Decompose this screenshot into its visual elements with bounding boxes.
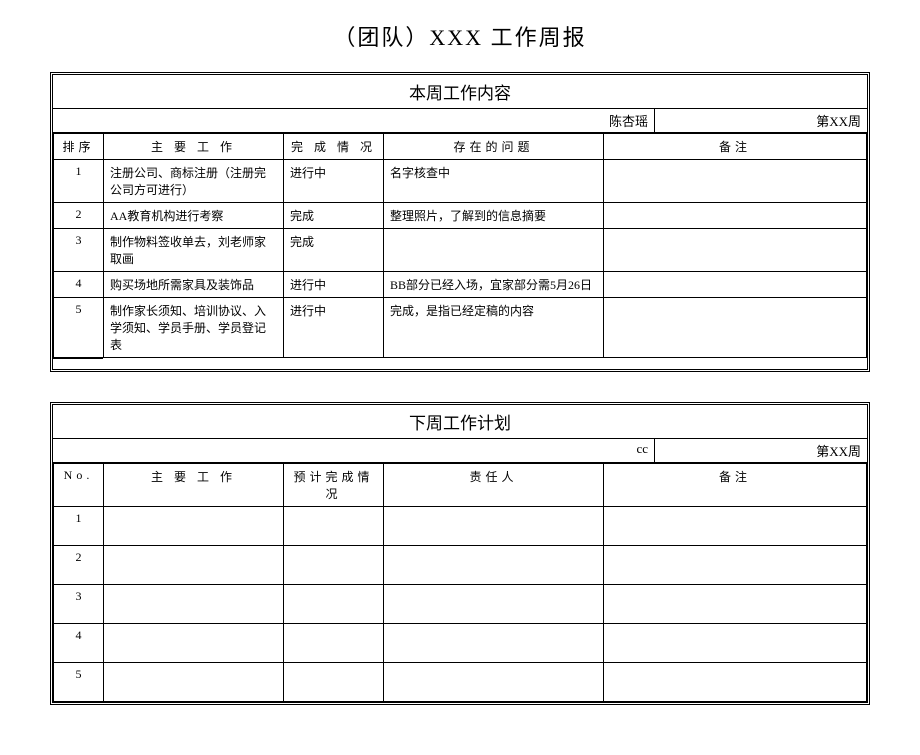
meta-name: cc [53,439,655,462]
section-title: 下周工作计划 [53,405,867,439]
cell-work: AA教育机构进行考察 [104,203,284,229]
cell-work: 制作物料签收单去，刘老师家取画 [104,229,284,272]
table-header-row: No. 主 要 工 作 预计完成情况 责任人 备注 [54,464,867,507]
table-row: 2 [54,546,867,585]
cell-work [104,663,284,702]
th-note: 备注 [604,464,867,507]
meta-name: 陈杏瑶 [53,109,655,132]
meta-row: cc 第XX周 [53,439,867,463]
cell-status: 进行中 [284,272,384,298]
cell-num: 3 [54,585,104,624]
table-row: 1 [54,507,867,546]
cell-owner [384,507,604,546]
cell-owner [384,624,604,663]
cell-status [284,585,384,624]
cell-status [284,624,384,663]
cell-work [104,507,284,546]
th-owner: 责任人 [384,464,604,507]
table-header-row: 排序 主 要 工 作 完 成 情 况 存在的问题 备注 [54,134,867,160]
th-issue: 存在的问题 [384,134,604,160]
th-status: 预计完成情况 [284,464,384,507]
meta-week: 第XX周 [655,439,867,462]
cell-note [604,585,867,624]
cell-num: 1 [54,160,104,203]
cell-issue: 整理照片，了解到的信息摘要 [384,203,604,229]
table-next-week: No. 主 要 工 作 预计完成情况 责任人 备注 1 2 3 [53,463,867,702]
cell-note [604,229,867,272]
table-this-week: 排序 主 要 工 作 完 成 情 况 存在的问题 备注 1 注册公司、商标注册（… [53,133,867,358]
cell-work [104,585,284,624]
cell-status: 进行中 [284,298,384,358]
cell-note [604,507,867,546]
table-row: 3 制作物料签收单去，刘老师家取画 完成 [54,229,867,272]
section-title: 本周工作内容 [53,75,867,109]
section-this-week: 本周工作内容 陈杏瑶 第XX周 排序 主 要 工 作 完 成 情 况 存在的问题… [50,72,870,372]
th-num: No. [54,464,104,507]
table-row: 5 [54,663,867,702]
cell-note [604,298,867,358]
cell-num: 1 [54,507,104,546]
cell-status [284,507,384,546]
table-row: 2 AA教育机构进行考察 完成 整理照片，了解到的信息摘要 [54,203,867,229]
cell-work: 购买场地所需家具及装饰品 [104,272,284,298]
cell-status [284,546,384,585]
cell-num: 2 [54,546,104,585]
cell-status: 完成 [284,203,384,229]
cell-issue [384,229,604,272]
cell-num: 4 [54,272,104,298]
table-row: 4 购买场地所需家具及装饰品 进行中 BB部分已经入场，宜家部分需5月26日 [54,272,867,298]
cell-work: 制作家长须知、培训协议、入学须知、学员手册、学员登记表 [104,298,284,358]
cell-issue: 完成，是指已经定稿的内容 [384,298,604,358]
cell-status [284,663,384,702]
cell-note [604,160,867,203]
cell-owner [384,546,604,585]
cell-work: 注册公司、商标注册（注册完公司方可进行） [104,160,284,203]
page-title: （团队）XXX 工作周报 [50,20,870,52]
cell-work [104,624,284,663]
cell-work [104,546,284,585]
cell-num: 4 [54,624,104,663]
tail-stub [53,358,103,369]
cell-issue: 名字核查中 [384,160,604,203]
table-row: 5 制作家长须知、培训协议、入学须知、学员手册、学员登记表 进行中 完成，是指已… [54,298,867,358]
th-work: 主 要 工 作 [104,464,284,507]
table-row: 3 [54,585,867,624]
cell-note [604,203,867,229]
cell-note [604,663,867,702]
cell-num: 5 [54,663,104,702]
cell-num: 5 [54,298,104,358]
table-row: 4 [54,624,867,663]
th-note: 备注 [604,134,867,160]
meta-week: 第XX周 [655,109,867,132]
th-num: 排序 [54,134,104,160]
table-row: 1 注册公司、商标注册（注册完公司方可进行） 进行中 名字核查中 [54,160,867,203]
meta-row: 陈杏瑶 第XX周 [53,109,867,133]
cell-status: 进行中 [284,160,384,203]
cell-owner [384,585,604,624]
cell-num: 2 [54,203,104,229]
section-next-week: 下周工作计划 cc 第XX周 No. 主 要 工 作 预计完成情况 责任人 备注… [50,402,870,705]
th-work: 主 要 工 作 [104,134,284,160]
cell-issue: BB部分已经入场，宜家部分需5月26日 [384,272,604,298]
cell-note [604,624,867,663]
cell-num: 3 [54,229,104,272]
cell-note [604,272,867,298]
th-status: 完 成 情 况 [284,134,384,160]
cell-note [604,546,867,585]
cell-owner [384,663,604,702]
cell-status: 完成 [284,229,384,272]
